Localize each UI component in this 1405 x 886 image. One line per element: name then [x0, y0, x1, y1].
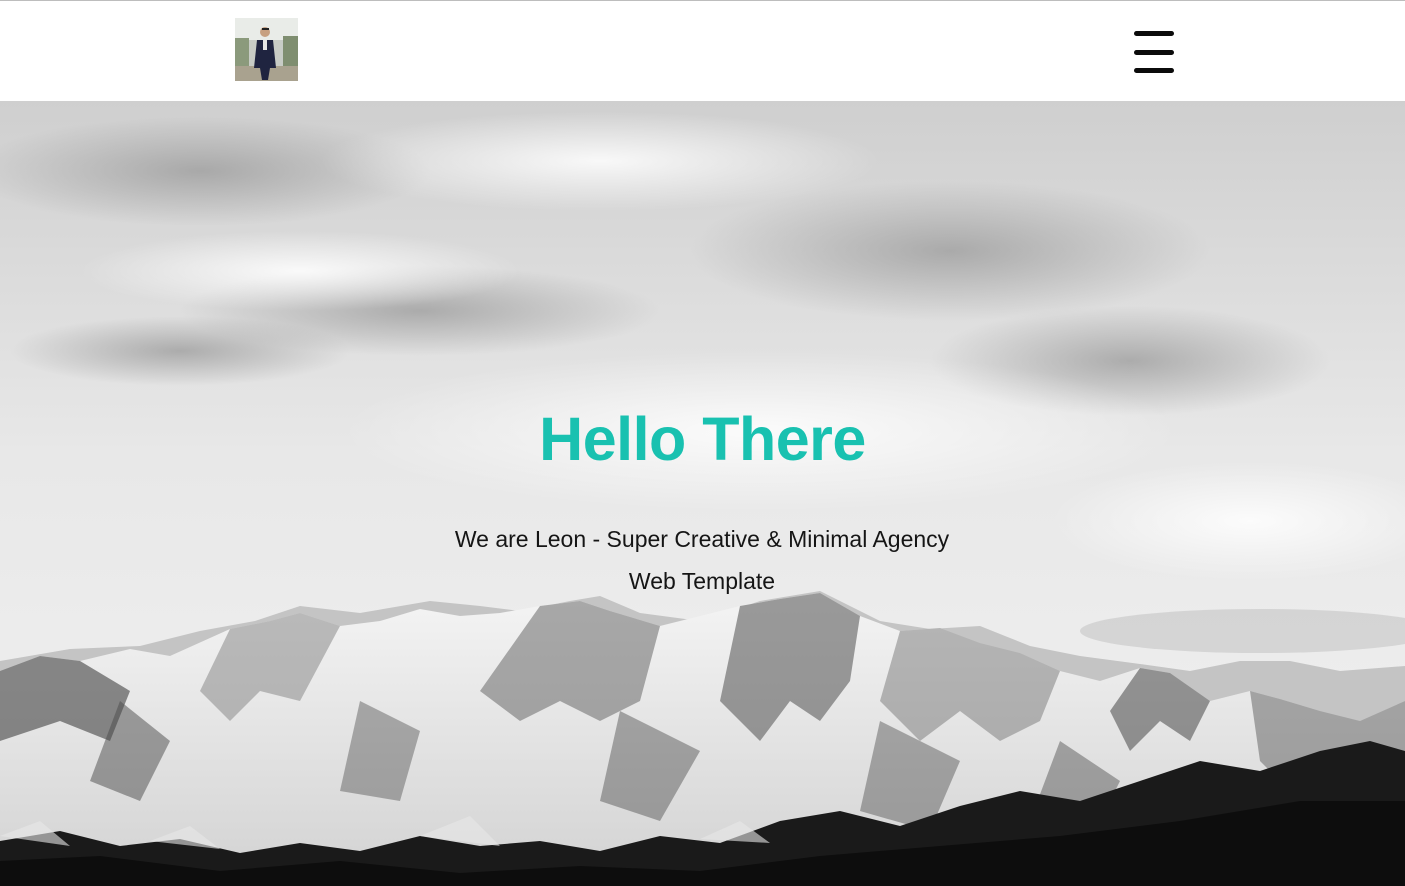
hero-title: Hello There: [539, 405, 866, 473]
hamburger-menu-icon[interactable]: [1131, 31, 1177, 73]
logo-photo: [235, 18, 298, 81]
menu-bar-middle: [1134, 49, 1174, 55]
hero-section: Hello There We are Leon - Super Creative…: [0, 101, 1405, 886]
site-header: [0, 1, 1405, 101]
hero-subtitle: We are Leon - Super Creative & Minimal A…: [454, 526, 950, 594]
site-logo[interactable]: [235, 18, 298, 81]
menu-bar-top: [1134, 31, 1174, 36]
hero-background-image: [0, 101, 1405, 886]
menu-bar-bottom: [1134, 68, 1174, 73]
